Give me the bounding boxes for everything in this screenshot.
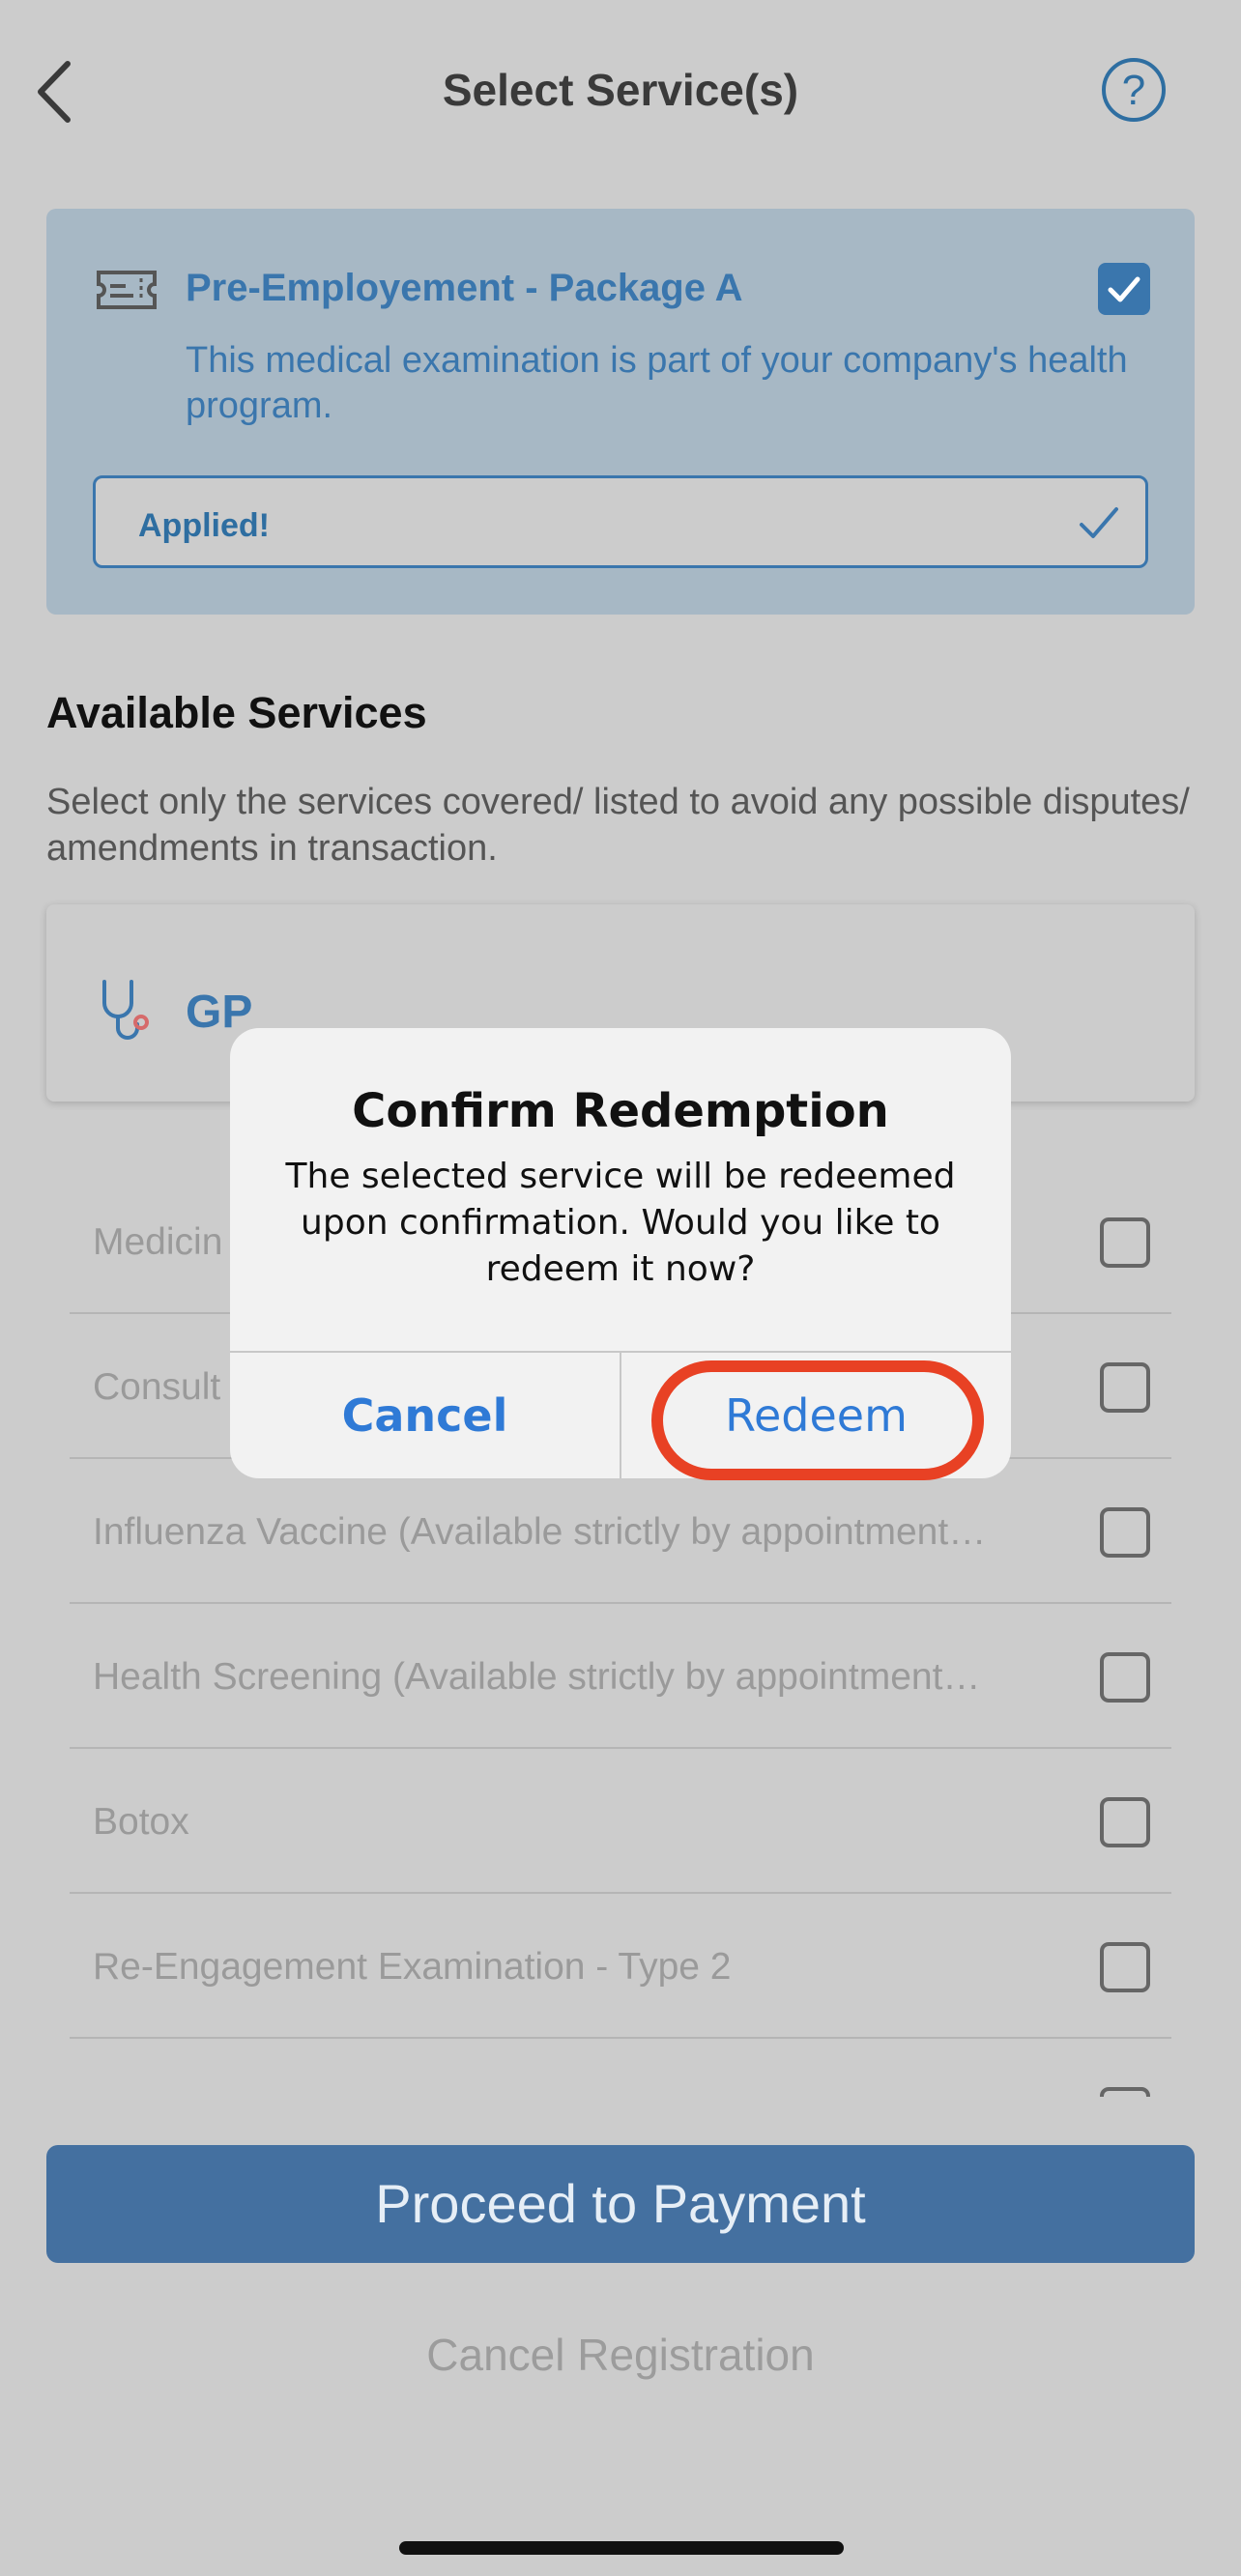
gp-label: GP	[186, 987, 253, 1038]
applied-label: Applied!	[138, 507, 270, 544]
dialog-title: Confirm Redemption	[352, 1084, 889, 1138]
service-checkbox[interactable]	[1100, 1652, 1150, 1703]
home-indicator[interactable]	[399, 2541, 844, 2555]
service-label: Re-Engagement Examination - Type 2	[93, 1946, 732, 1988]
service-label: Botox	[93, 1801, 189, 1843]
package-card[interactable]: Pre-Employement - Package A This medical…	[46, 209, 1195, 615]
stethoscope-icon	[102, 980, 149, 1040]
service-row[interactable]: Botox	[70, 1749, 1171, 1894]
service-checkbox[interactable]	[1100, 1507, 1150, 1558]
service-row[interactable]: Influenza Vaccine (Available strictly by…	[70, 1459, 1171, 1604]
available-services-title: Available Services	[46, 688, 427, 737]
service-checkbox[interactable]	[1100, 1797, 1150, 1847]
ticket-icon	[97, 271, 157, 309]
service-checkbox[interactable]	[1100, 1362, 1150, 1413]
help-icon[interactable]: ?	[1102, 58, 1166, 122]
proceed-to-payment-button[interactable]: Proceed to Payment	[46, 2145, 1195, 2263]
service-row[interactable]	[70, 2039, 1171, 2097]
service-checkbox[interactable]	[1100, 1942, 1150, 1992]
dialog-cancel-button[interactable]: Cancel	[230, 1353, 620, 1478]
service-label: Influenza Vaccine (Available strictly by…	[93, 1511, 987, 1553]
redeem-highlight-annotation	[651, 1360, 984, 1480]
package-name: Pre-Employement - Package A	[186, 267, 743, 309]
applied-status-field: Applied!	[93, 475, 1148, 568]
checkmark-icon	[1108, 276, 1140, 302]
service-checkbox[interactable]	[1100, 1217, 1150, 1268]
package-checkbox[interactable]	[1098, 263, 1150, 315]
cancel-registration-link[interactable]: Cancel Registration	[0, 2329, 1241, 2381]
service-row[interactable]: Re-Engagement Examination - Type 2	[70, 1894, 1171, 2039]
service-label: Health Screening (Available strictly by …	[93, 1656, 981, 1698]
applied-check-icon	[1080, 507, 1118, 538]
service-row[interactable]: Health Screening (Available strictly by …	[70, 1604, 1171, 1749]
package-description: This medical examination is part of your…	[186, 340, 1128, 426]
page-title: Select Service(s)	[442, 65, 799, 115]
service-checkbox[interactable]	[1100, 2087, 1150, 2097]
available-services-description: Select only the services covered/ listed…	[46, 782, 1190, 869]
app-header: Select Service(s) ?	[0, 0, 1241, 184]
dialog-message: The selected service will be redeemed up…	[285, 1157, 956, 1289]
